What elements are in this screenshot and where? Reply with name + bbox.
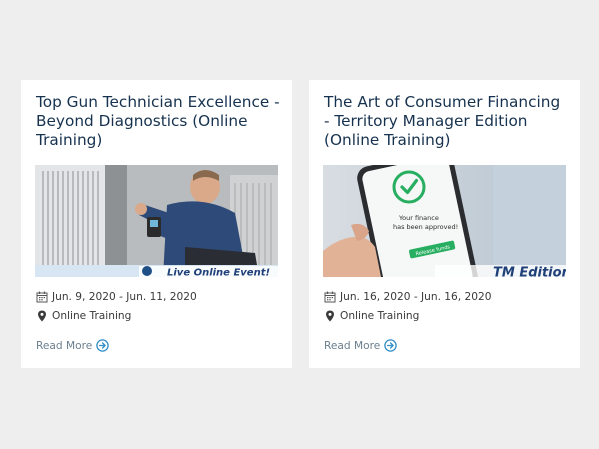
phone-approval-photo: Your finance has been approved! Release … — [323, 165, 566, 277]
map-pin-icon — [324, 310, 336, 322]
technician-photo: Live Online Event! — [35, 165, 278, 277]
image-caption: Live Online Event! — [167, 268, 270, 278]
phone-text-line-1: Your finance — [398, 214, 439, 222]
phone-text-line-2: has been approved! — [393, 223, 458, 231]
event-date-text: Jun. 16, 2020 - Jun. 16, 2020 — [340, 291, 492, 303]
event-location-text: Online Training — [52, 310, 132, 322]
event-date-text: Jun. 9, 2020 - Jun. 11, 2020 — [52, 291, 197, 303]
event-location-text: Online Training — [340, 310, 420, 322]
calendar-icon — [324, 291, 336, 303]
event-image[interactable]: Your finance has been approved! Release … — [323, 165, 566, 277]
event-card: Top Gun Technician Excellence - Beyond D… — [21, 80, 292, 368]
read-more-link[interactable]: Read More — [324, 339, 397, 352]
map-pin-icon — [36, 310, 48, 322]
event-title[interactable]: The Art of Consumer Financing - Territor… — [324, 93, 569, 150]
event-location: Online Training — [36, 310, 131, 322]
event-title[interactable]: Top Gun Technician Excellence - Beyond D… — [36, 93, 281, 150]
event-card: The Art of Consumer Financing - Territor… — [309, 80, 580, 368]
arrow-circle-right-icon — [384, 339, 397, 352]
event-date: Jun. 16, 2020 - Jun. 16, 2020 — [324, 291, 491, 303]
read-more-link[interactable]: Read More — [36, 339, 109, 352]
image-caption: TM Edition — [493, 266, 566, 278]
calendar-icon — [36, 291, 48, 303]
event-date: Jun. 9, 2020 - Jun. 11, 2020 — [36, 291, 197, 303]
event-image[interactable]: Live Online Event! — [35, 165, 278, 277]
arrow-circle-right-icon — [96, 339, 109, 352]
read-more-label: Read More — [36, 339, 93, 352]
event-location: Online Training — [324, 310, 419, 322]
read-more-label: Read More — [324, 339, 381, 352]
